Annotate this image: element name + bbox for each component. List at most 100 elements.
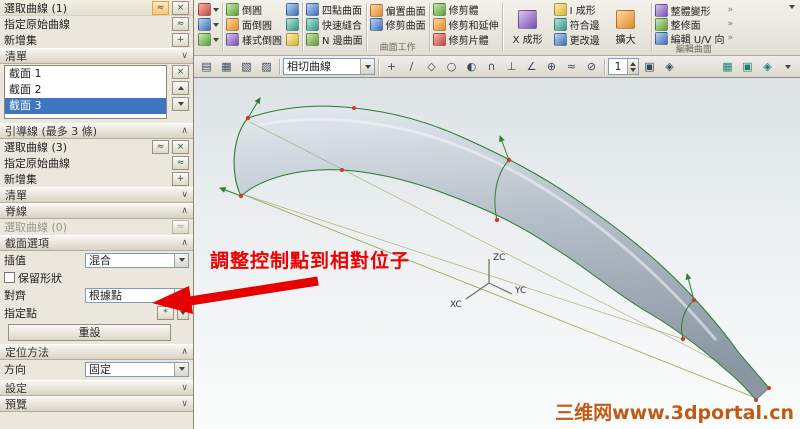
point-snap-icon[interactable]: + xyxy=(382,58,401,76)
dropdown-arrow-icon[interactable] xyxy=(213,37,219,42)
more-tools-icon[interactable] xyxy=(778,58,797,76)
move-down-icon[interactable] xyxy=(172,97,189,111)
strip-button-3[interactable] xyxy=(196,32,221,47)
specify-origin-curve-row-2[interactable]: 指定原始曲線 ≈ xyxy=(0,155,193,171)
ribbon-button-quick-sew[interactable]: 快速縫合 xyxy=(304,17,365,32)
strip-button-2[interactable] xyxy=(196,17,221,32)
spine-curve-collector-icon[interactable]: ≈ xyxy=(172,220,189,234)
fit-view-icon[interactable]: ◈ xyxy=(758,58,777,76)
interpolation-select[interactable]: 混合 xyxy=(85,252,189,268)
selection-filter-icon[interactable]: ▤ xyxy=(197,58,216,76)
ribbon-button-trim-surface[interactable]: 修剪曲面 xyxy=(368,17,428,32)
ribbon-button-match-edge[interactable]: 符合邊 xyxy=(552,17,602,32)
guide-lines-header[interactable]: 引導線 (最多 3 條) ∧ xyxy=(0,123,193,139)
preserve-shape-row[interactable]: 保留形狀 xyxy=(0,269,193,286)
settings-header[interactable]: 設定 ∨ xyxy=(0,380,193,396)
ribbon-button-change-edge[interactable]: 更改邊 xyxy=(552,32,602,47)
section-options-header[interactable]: 截面選項 ∧ xyxy=(0,235,193,251)
mini-button-3[interactable] xyxy=(284,32,301,47)
dropdown-arrow-icon[interactable] xyxy=(174,253,188,267)
list-header-1[interactable]: 清單 ∨ xyxy=(0,48,193,64)
add-set-2-icon[interactable]: + xyxy=(172,172,189,186)
general-selection-icon[interactable]: ▦ xyxy=(217,58,236,76)
scope-icon[interactable]: ▨ xyxy=(257,58,276,76)
alignment-select[interactable]: 根據點 xyxy=(85,287,189,303)
list-item-section-2[interactable]: 截面 2 xyxy=(5,82,166,98)
clear-selection-icon[interactable]: × xyxy=(172,0,189,15)
remove-item-icon[interactable]: × xyxy=(172,65,189,79)
dropdown-arrow-icon[interactable] xyxy=(213,22,219,27)
ribbon-button-enlarge[interactable]: 擴大 xyxy=(602,1,650,54)
center-snap-icon[interactable]: ○ xyxy=(442,58,461,76)
more-icon[interactable]: » xyxy=(728,5,734,15)
snapshot-icon[interactable]: ▣ xyxy=(738,58,757,76)
ribbon-button-fillet[interactable]: 倒圓 xyxy=(224,2,284,17)
curve-collector-icon[interactable]: ≈ xyxy=(152,0,169,15)
section-listbox[interactable]: 截面 1 截面 2 截面 3 xyxy=(4,65,167,119)
preview-header[interactable]: 預覽 ∨ xyxy=(0,396,193,412)
angle-snap-icon[interactable]: ∠ xyxy=(522,58,541,76)
dropdown-arrow-icon[interactable] xyxy=(174,288,188,302)
display-mode-icon[interactable]: ▦ xyxy=(718,58,737,76)
mini-button-1[interactable] xyxy=(284,2,301,17)
disable-snap-icon[interactable]: ⊘ xyxy=(582,58,601,76)
spinner-down-icon[interactable] xyxy=(630,67,636,72)
ribbon-button-four-point-surface[interactable]: 四點曲面 xyxy=(304,2,365,17)
specify-origin-curve-row-1[interactable]: 指定原始曲線 ≈ xyxy=(0,16,193,32)
select-curve-row-1[interactable]: 選取曲線 (1) ≈ × xyxy=(0,0,193,16)
clear-guide-selection-icon[interactable]: × xyxy=(172,140,189,154)
select-curve-row-0[interactable]: 選取曲線 (0) ≈ xyxy=(0,219,193,235)
highlight-icon[interactable]: ▧ xyxy=(237,58,256,76)
list-item-section-1[interactable]: 截面 1 xyxy=(5,66,166,82)
ribbon-button-face-blend[interactable]: 面倒圓 xyxy=(224,17,284,32)
curve-snap-icon[interactable]: ≈ xyxy=(562,58,581,76)
ribbon-button-trim-sheet[interactable]: 修剪片體 xyxy=(431,32,501,47)
strip-button-1[interactable] xyxy=(196,2,221,17)
spinner-up-icon[interactable] xyxy=(630,61,636,66)
dropdown-arrow-icon[interactable] xyxy=(213,7,219,12)
curve-rule-select[interactable]: 相切曲線 xyxy=(283,58,375,75)
plane-tool-icon[interactable]: ▣ xyxy=(640,58,659,76)
ribbon-button-trim-body[interactable]: 修剪體 xyxy=(431,2,501,17)
move-up-icon[interactable] xyxy=(172,81,189,95)
positioning-method-header[interactable]: 定位方法 ∧ xyxy=(0,344,193,360)
dropdown-arrow-icon[interactable] xyxy=(360,59,374,74)
ribbon-button-n-sided-surface[interactable]: N 邊曲面 xyxy=(304,32,365,47)
intersection-snap-icon[interactable]: ⊕ xyxy=(542,58,561,76)
direction-select[interactable]: 固定 xyxy=(85,361,189,377)
preserve-shape-checkbox[interactable] xyxy=(4,272,15,283)
spine-header[interactable]: 脊線 ∧ xyxy=(0,203,193,219)
point-options-dropdown-icon[interactable] xyxy=(177,306,189,320)
origin-curve-icon[interactable]: ≈ xyxy=(172,17,189,31)
add-set-icon[interactable]: + xyxy=(172,33,189,47)
endpoint-snap-icon[interactable]: / xyxy=(402,58,421,76)
quadrant-snap-icon[interactable]: ◐ xyxy=(462,58,481,76)
select-curve-row-3[interactable]: 選取曲線 (3) ≈ × xyxy=(0,139,193,155)
ribbon-button-offset-surface[interactable]: 偏置曲面 xyxy=(368,3,428,18)
ribbon-button-i-form[interactable]: I 成形 xyxy=(552,2,602,17)
guide-curve-collector-icon[interactable]: ≈ xyxy=(152,140,169,154)
ribbon-button-styled-blend[interactable]: 樣式倒圓 xyxy=(224,32,284,47)
perpendicular-snap-icon[interactable]: ⊥ xyxy=(502,58,521,76)
toolbar-options-icon[interactable] xyxy=(785,1,798,54)
ribbon-button-global-shaping[interactable]: 整體變形» xyxy=(653,3,735,18)
arc-snap-icon[interactable]: ∩ xyxy=(482,58,501,76)
ribbon-button-edit-uv[interactable]: 編輯 U/V 向» xyxy=(653,31,735,46)
ribbon-button-x-form[interactable]: X 成形 xyxy=(504,1,552,54)
list-header-2[interactable]: 清單 ∨ xyxy=(0,187,193,203)
reset-button[interactable]: 重設 xyxy=(8,324,171,341)
more-icon[interactable]: » xyxy=(728,33,734,43)
add-new-set-row-1[interactable]: 新增集 + xyxy=(0,32,193,48)
ribbon-button-refit-face[interactable]: 整修面» xyxy=(653,17,735,32)
vector-tool-icon[interactable]: ◈ xyxy=(660,58,679,76)
selection-count-spinner[interactable]: 1 xyxy=(608,58,639,75)
mini-button-2[interactable] xyxy=(284,17,301,32)
add-new-set-row-2[interactable]: 新增集 + xyxy=(0,171,193,187)
more-icon[interactable]: » xyxy=(728,19,734,29)
ribbon-button-trim-and-extend[interactable]: 修剪和延伸 xyxy=(431,17,501,32)
graphics-window[interactable]: ZC XC YC 調整控制點到相對位子 三维网www.3dportal.cn xyxy=(194,78,800,429)
dropdown-arrow-icon[interactable] xyxy=(174,362,188,376)
point-constructor-icon[interactable]: * xyxy=(157,306,174,320)
midpoint-snap-icon[interactable]: ◇ xyxy=(422,58,441,76)
origin-curve-2-icon[interactable]: ≈ xyxy=(172,156,189,170)
